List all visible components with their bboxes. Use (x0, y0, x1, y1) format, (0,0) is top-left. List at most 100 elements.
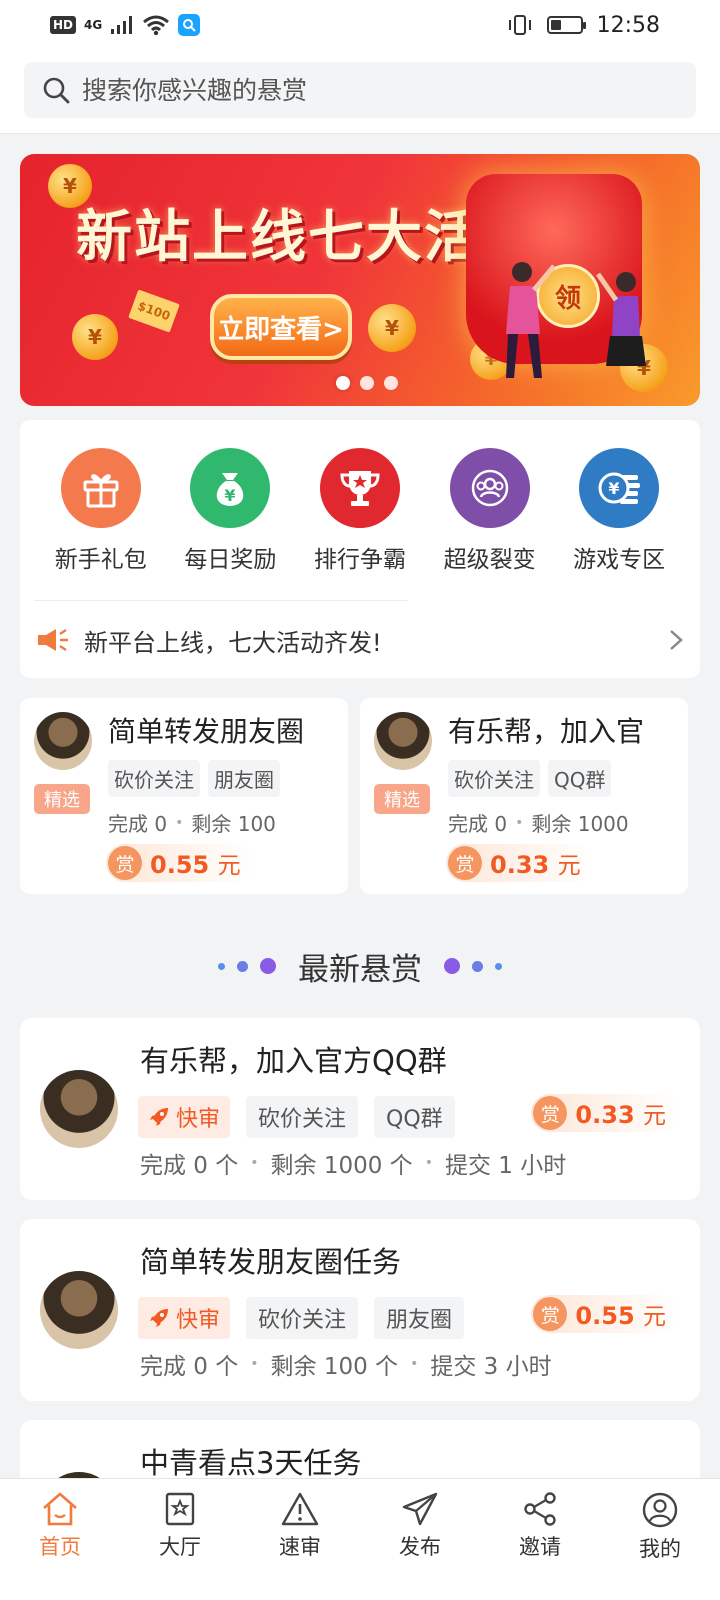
reward-amount: 0.33 元 (575, 1101, 666, 1129)
featured-badge: 精选 (374, 784, 430, 814)
remaining-count: 剩余 100 (191, 812, 276, 836)
decor-dots-right (444, 958, 502, 974)
tag: QQ群 (374, 1096, 455, 1138)
task-title: 有乐帮，加入官 (448, 715, 645, 748)
notice-bar[interactable]: 新平台上线，七大活动齐发! (36, 616, 684, 664)
done-count: 完成 0 (448, 812, 508, 836)
reward-icon: 赏 (533, 1297, 568, 1331)
fast-review-tag: 快审 (138, 1096, 231, 1138)
clock: 12:58 (596, 12, 660, 38)
menu-newbie-gift[interactable]: 新手礼包 (36, 448, 166, 574)
task-stats: 完成 0 • 剩余 1000 (448, 808, 629, 837)
menu-ranking[interactable]: 排行争霸 (295, 448, 425, 574)
task-card[interactable]: 有乐帮，加入官方QQ群 快审 砍价关注 QQ群 赏 0.33 元 完成 0 个 … (20, 1018, 700, 1200)
task-tags: 快审 砍价关注 QQ群 (138, 1096, 455, 1138)
vibrate-icon (508, 15, 531, 35)
reward-badge: 赏 0.55 元 (531, 1295, 680, 1333)
task-title: 中青看点3天任务 (140, 1446, 362, 1480)
promo-banner[interactable]: ¥ ¥ ¥ ¥ ¥ $100 $100 新站上线七大活动 立即查看> 领 (20, 154, 700, 406)
reward-badge: 赏 0.33 元 (531, 1094, 680, 1132)
banner-dot[interactable] (384, 376, 398, 390)
separator: • (515, 814, 524, 831)
task-stats: 完成 0 个 • 剩余 1000 个 • 提交 1 小时 (140, 1146, 566, 1180)
remaining-count: 剩余 1000 (531, 812, 629, 836)
menu-game-zone[interactable]: ¥ 游戏专区 (554, 448, 684, 574)
quick-menu: 新手礼包 ¥ 每日奖励 排行争霸 超级裂变 ¥ 游戏专区 (20, 420, 700, 574)
menu-label: 游戏专区 (573, 547, 666, 573)
nav-label: 首页 (39, 1535, 81, 1559)
menu-daily-reward[interactable]: ¥ 每日奖励 (166, 448, 296, 574)
view-now-button[interactable]: 立即查看> (210, 294, 352, 360)
done-count: 完成 0 个 (140, 1153, 239, 1179)
tag: 砍价关注 (246, 1096, 359, 1138)
nav-hall[interactable]: 大厅 (125, 1491, 235, 1600)
trophy-icon (319, 448, 400, 528)
reward-amount: 0.33 元 (490, 851, 581, 879)
home-icon (43, 1492, 77, 1526)
nav-profile[interactable]: 我的 (605, 1491, 715, 1600)
task-stats: 完成 0 个 • 剩余 100 个 • 提交 3 小时 (140, 1347, 552, 1381)
hall-icon (165, 1492, 195, 1526)
megaphone-icon (38, 628, 68, 652)
section-title: 最新悬赏 (298, 951, 422, 988)
reward-icon: 赏 (448, 846, 482, 880)
bottom-nav: 首页 大厅 速审 发布 邀请 我的 (0, 1478, 720, 1600)
person-illustration (506, 262, 556, 378)
search-bar[interactable] (24, 62, 696, 118)
svg-text:¥: ¥ (609, 479, 620, 498)
featured-task-card[interactable]: 精选 简单转发朋友圈 砍价关注 朋友圈 完成 0 • 剩余 100 赏 0.55… (20, 698, 348, 894)
status-left: HD 4G (50, 14, 201, 36)
banner-dot[interactable] (360, 376, 374, 390)
reward-amount: 0.55 元 (150, 851, 241, 879)
nav-label: 大厅 (159, 1535, 201, 1559)
menu-super-fission[interactable]: 超级裂变 (425, 448, 555, 574)
done-count: 完成 0 (108, 812, 168, 836)
rocket-icon (150, 1108, 168, 1126)
person-illustration (595, 272, 646, 366)
nav-label: 邀请 (519, 1535, 561, 1559)
reward-icon: 赏 (108, 846, 142, 880)
separator: • (424, 1155, 433, 1171)
banner-dot[interactable] (336, 376, 350, 390)
hd-indicator: HD (50, 16, 77, 34)
gift-icon (60, 448, 141, 528)
network-indicator: 4G (84, 18, 103, 32)
separator: • (410, 1356, 419, 1372)
search-input[interactable] (82, 75, 678, 105)
tag: 砍价关注 (448, 760, 540, 797)
featured-task-card[interactable]: 精选 有乐帮，加入官 砍价关注 QQ群 完成 0 • 剩余 1000 赏 0.3… (360, 698, 688, 894)
send-icon (402, 1492, 438, 1526)
fast-review-tag: 快审 (138, 1297, 231, 1339)
nav-label: 速审 (279, 1535, 321, 1559)
nav-invite[interactable]: 邀请 (485, 1491, 595, 1600)
quick-menu-card: 新手礼包 ¥ 每日奖励 排行争霸 超级裂变 ¥ 游戏专区 新平台上线，七大活动齐… (20, 420, 700, 678)
separator: • (250, 1155, 259, 1171)
submit-time: 提交 3 小时 (430, 1354, 552, 1380)
nav-publish[interactable]: 发布 (365, 1491, 475, 1600)
task-tags: 快审 砍价关注 朋友圈 (138, 1297, 465, 1339)
avatar (34, 712, 92, 770)
search-icon (43, 77, 70, 104)
task-title: 简单转发朋友圈 (108, 715, 305, 748)
nav-home[interactable]: 首页 (5, 1491, 115, 1600)
tag: 朋友圈 (208, 760, 280, 797)
wifi-icon (143, 15, 170, 36)
decor-dots-left (218, 958, 276, 974)
tag: 砍价关注 (246, 1297, 359, 1339)
user-icon (642, 1492, 678, 1528)
alert-icon (281, 1492, 319, 1526)
money-bag-icon: ¥ (190, 448, 271, 528)
menu-label: 超级裂变 (443, 547, 536, 573)
signal-icon (111, 16, 133, 34)
bill-decoration: $100 (128, 289, 180, 333)
task-card[interactable]: 简单转发朋友圈任务 快审 砍价关注 朋友圈 赏 0.55 元 完成 0 个 • … (20, 1219, 700, 1401)
nav-fast-review[interactable]: 速审 (245, 1491, 355, 1600)
avatar (40, 1271, 118, 1349)
group-icon (449, 448, 530, 528)
reward-icon: 赏 (533, 1096, 568, 1130)
section-header: 最新悬赏 (0, 940, 720, 992)
featured-badge: 精选 (34, 784, 90, 814)
coin-decoration: ¥ (72, 314, 118, 360)
svg-text:¥: ¥ (225, 486, 236, 505)
banner-pagination (336, 376, 398, 390)
